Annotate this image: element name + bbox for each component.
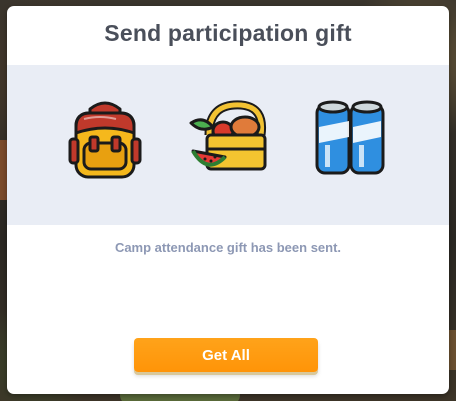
picnic-basket-icon xyxy=(189,100,267,171)
dialog-title: Send participation gift xyxy=(104,20,352,46)
gift-panel xyxy=(7,65,449,225)
participation-gift-dialog: Send participation gift Camp attendance … xyxy=(7,6,449,394)
get-all-button[interactable]: Get All xyxy=(134,338,318,372)
gift-item-backpack xyxy=(60,93,150,183)
gift-item-picnic-basket xyxy=(183,93,273,183)
backpack-icon xyxy=(68,101,142,179)
status-message: Camp attendance gift has been sent. xyxy=(114,240,342,255)
energy-drink-cans-icon xyxy=(315,100,385,175)
gift-item-energy-drink-cans xyxy=(305,93,395,183)
